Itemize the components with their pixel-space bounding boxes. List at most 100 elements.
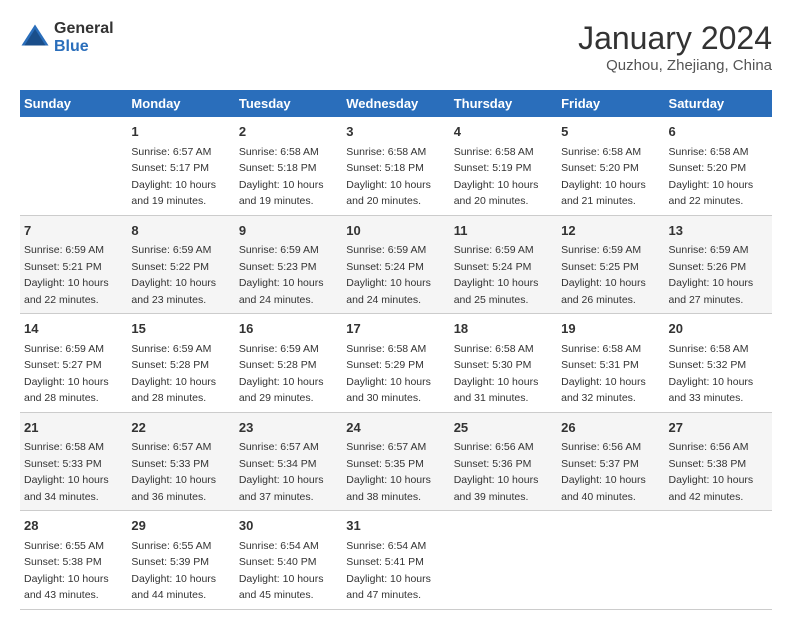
day-cell: 2 Sunrise: 6:58 AMSunset: 5:18 PMDaylight… [235,117,342,215]
weekday-header-sunday: Sunday [20,90,127,117]
day-info: Sunrise: 6:59 AMSunset: 5:23 PMDaylight:… [239,244,324,306]
day-info: Sunrise: 6:59 AMSunset: 5:28 PMDaylight:… [239,343,324,405]
day-info: Sunrise: 6:58 AMSunset: 5:20 PMDaylight:… [669,146,754,208]
day-cell: 15 Sunrise: 6:59 AMSunset: 5:28 PMDayligh… [127,314,234,413]
day-cell: 28Sunrise: 6:55 AMSunset: 5:38 PMDayligh… [20,511,127,610]
day-cell: 22Sunrise: 6:57 AMSunset: 5:33 PMDayligh… [127,412,234,511]
day-cell: 31 Sunrise: 6:54 AMSunset: 5:41 PMDayligh… [342,511,449,610]
weekday-header-saturday: Saturday [665,90,772,117]
day-number: 16 [239,319,338,339]
day-info: Sunrise: 6:58 AMSunset: 5:18 PMDaylight:… [239,146,324,208]
day-cell: 11 Sunrise: 6:59 AMSunset: 5:24 PMDayligh… [450,215,557,314]
day-number: 10 [346,221,445,241]
day-cell: 4 Sunrise: 6:58 AMSunset: 5:19 PMDaylight… [450,117,557,215]
weekday-header-wednesday: Wednesday [342,90,449,117]
day-number: 12 [561,221,660,241]
day-info: Sunrise: 6:58 AMSunset: 5:33 PMDaylight:… [24,441,109,503]
week-row-4: 21 Sunrise: 6:58 AMSunset: 5:33 PMDayligh… [20,412,772,511]
page-header: General Blue January 2024 Quzhou, Zhejia… [20,20,772,74]
day-info: Sunrise: 6:58 AMSunset: 5:30 PMDaylight:… [454,343,539,405]
day-cell [20,117,127,215]
day-info: Sunrise: 6:58 AMSunset: 5:31 PMDaylight:… [561,343,646,405]
day-cell: 8 Sunrise: 6:59 AMSunset: 5:22 PMDaylight… [127,215,234,314]
day-number: 2 [239,122,338,142]
day-cell: 7Sunrise: 6:59 AMSunset: 5:21 PMDaylight… [20,215,127,314]
week-row-5: 28Sunrise: 6:55 AMSunset: 5:38 PMDayligh… [20,511,772,610]
week-row-3: 14 Sunrise: 6:59 AMSunset: 5:27 PMDayligh… [20,314,772,413]
logo-icon [20,23,50,53]
day-number: 30 [239,516,338,536]
week-row-2: 7Sunrise: 6:59 AMSunset: 5:21 PMDaylight… [20,215,772,314]
logo-blue: Blue [54,38,114,56]
day-info: Sunrise: 6:59 AMSunset: 5:26 PMDaylight:… [669,244,754,306]
day-cell: 30 Sunrise: 6:54 AMSunset: 5:40 PMDayligh… [235,511,342,610]
day-cell: 19Sunrise: 6:58 AMSunset: 5:31 PMDayligh… [557,314,664,413]
day-number: 25 [454,418,553,438]
day-cell: 13 Sunrise: 6:59 AMSunset: 5:26 PMDayligh… [665,215,772,314]
day-cell: 14 Sunrise: 6:59 AMSunset: 5:27 PMDayligh… [20,314,127,413]
day-cell: 25 Sunrise: 6:56 AMSunset: 5:36 PMDayligh… [450,412,557,511]
day-info: Sunrise: 6:59 AMSunset: 5:25 PMDaylight:… [561,244,646,306]
day-cell: 21 Sunrise: 6:58 AMSunset: 5:33 PMDayligh… [20,412,127,511]
day-info: Sunrise: 6:58 AMSunset: 5:32 PMDaylight:… [669,343,754,405]
day-info: Sunrise: 6:57 AMSunset: 5:17 PMDaylight:… [131,146,216,208]
logo: General Blue [20,20,114,55]
weekday-header-row: SundayMondayTuesdayWednesdayThursdayFrid… [20,90,772,117]
day-info: Sunrise: 6:58 AMSunset: 5:20 PMDaylight:… [561,146,646,208]
weekday-header-friday: Friday [557,90,664,117]
day-info: Sunrise: 6:59 AMSunset: 5:22 PMDaylight:… [131,244,216,306]
day-info: Sunrise: 6:57 AMSunset: 5:34 PMDaylight:… [239,441,324,503]
day-number: 7 [24,221,123,241]
day-number: 5 [561,122,660,142]
day-info: Sunrise: 6:56 AMSunset: 5:37 PMDaylight:… [561,441,646,503]
day-cell: 23 Sunrise: 6:57 AMSunset: 5:34 PMDayligh… [235,412,342,511]
day-number: 17 [346,319,445,339]
day-cell: 26Sunrise: 6:56 AMSunset: 5:37 PMDayligh… [557,412,664,511]
day-number: 11 [454,221,553,241]
day-number: 4 [454,122,553,142]
day-info: Sunrise: 6:56 AMSunset: 5:36 PMDaylight:… [454,441,539,503]
day-info: Sunrise: 6:59 AMSunset: 5:24 PMDaylight:… [454,244,539,306]
day-number: 9 [239,221,338,241]
day-number: 1 [131,122,230,142]
day-info: Sunrise: 6:58 AMSunset: 5:29 PMDaylight:… [346,343,431,405]
day-number: 21 [24,418,123,438]
day-info: Sunrise: 6:55 AMSunset: 5:38 PMDaylight:… [24,540,109,602]
day-cell: 27Sunrise: 6:56 AMSunset: 5:38 PMDayligh… [665,412,772,511]
day-number: 23 [239,418,338,438]
week-row-1: 1 Sunrise: 6:57 AMSunset: 5:17 PMDaylight… [20,117,772,215]
weekday-header-thursday: Thursday [450,90,557,117]
day-number: 15 [131,319,230,339]
day-cell [450,511,557,610]
day-info: Sunrise: 6:56 AMSunset: 5:38 PMDaylight:… [669,441,754,503]
day-cell: 20 Sunrise: 6:58 AMSunset: 5:32 PMDayligh… [665,314,772,413]
day-number: 31 [346,516,445,536]
day-info: Sunrise: 6:59 AMSunset: 5:27 PMDaylight:… [24,343,109,405]
location: Quzhou, Zhejiang, China [578,57,772,74]
day-info: Sunrise: 6:58 AMSunset: 5:19 PMDaylight:… [454,146,539,208]
calendar-table: SundayMondayTuesdayWednesdayThursdayFrid… [20,90,772,610]
day-cell: 18 Sunrise: 6:58 AMSunset: 5:30 PMDayligh… [450,314,557,413]
day-cell: 9 Sunrise: 6:59 AMSunset: 5:23 PMDaylight… [235,215,342,314]
day-info: Sunrise: 6:54 AMSunset: 5:41 PMDaylight:… [346,540,431,602]
day-info: Sunrise: 6:59 AMSunset: 5:28 PMDaylight:… [131,343,216,405]
day-cell: 5 Sunrise: 6:58 AMSunset: 5:20 PMDaylight… [557,117,664,215]
day-number: 6 [669,122,768,142]
day-number: 18 [454,319,553,339]
day-number: 8 [131,221,230,241]
day-cell: 24Sunrise: 6:57 AMSunset: 5:35 PMDayligh… [342,412,449,511]
day-cell: 12 Sunrise: 6:59 AMSunset: 5:25 PMDayligh… [557,215,664,314]
day-number: 22 [131,418,230,438]
day-info: Sunrise: 6:55 AMSunset: 5:39 PMDaylight:… [131,540,216,602]
day-cell: 10 Sunrise: 6:59 AMSunset: 5:24 PMDayligh… [342,215,449,314]
day-number: 14 [24,319,123,339]
day-number: 13 [669,221,768,241]
day-cell: 16 Sunrise: 6:59 AMSunset: 5:28 PMDayligh… [235,314,342,413]
day-info: Sunrise: 6:54 AMSunset: 5:40 PMDaylight:… [239,540,324,602]
logo-general: General [54,20,114,38]
day-number: 20 [669,319,768,339]
day-number: 3 [346,122,445,142]
day-cell: 1 Sunrise: 6:57 AMSunset: 5:17 PMDaylight… [127,117,234,215]
day-info: Sunrise: 6:59 AMSunset: 5:24 PMDaylight:… [346,244,431,306]
title-block: January 2024 Quzhou, Zhejiang, China [578,20,772,74]
